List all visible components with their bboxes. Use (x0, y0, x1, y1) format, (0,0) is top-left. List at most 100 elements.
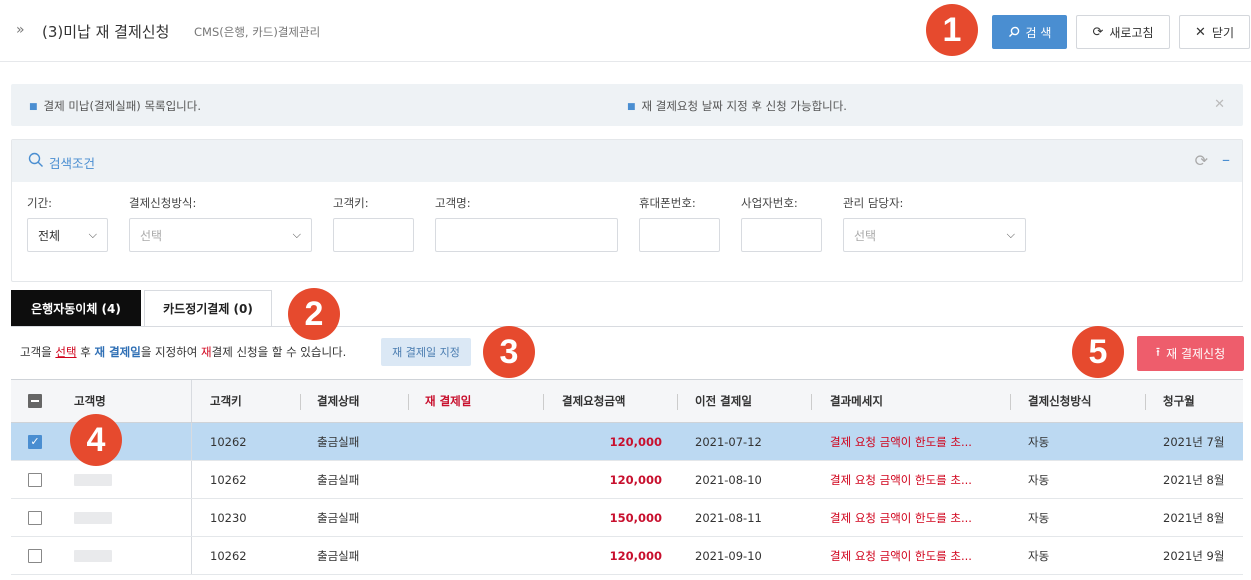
search-button-label: 검 색 (1025, 25, 1052, 40)
cell-billing-month: 2021년 9월 (1163, 548, 1225, 563)
search-icon (1008, 26, 1019, 37)
cell-customer-key: 10262 (210, 434, 247, 449)
search-panel: 검색조건 ⟳ – 기간: 전체 ⌵ 결제신청방식: 선택 ⌵ 고객키: 고객명:… (11, 139, 1243, 282)
panel-refresh-icon[interactable]: ⟳ (1195, 151, 1208, 170)
method-select[interactable]: 선택 ⌵ (129, 218, 312, 252)
table-row[interactable]: 10230 출금실패 150,000 2021-08-11 결제 요청 금액이 … (11, 499, 1243, 537)
redacted-name (74, 549, 112, 562)
tab-bank-transfer[interactable]: 은행자동이체 (4) (11, 290, 141, 327)
search-panel-header: 검색조건 ⟳ – (12, 140, 1242, 182)
cell-result-message: 결제 요청 금액이 한도를 초... (830, 510, 972, 525)
cell-method: 자동 (1028, 548, 1050, 563)
cell-amount: 150,000 (609, 510, 662, 525)
chevron-down-icon: ⌵ (88, 228, 97, 241)
table-row[interactable]: 10262 출금실패 120,000 2021-09-10 결제 요청 금액이 … (11, 537, 1243, 575)
manager-select[interactable]: 선택 ⌵ (843, 218, 1026, 252)
chevron-down-icon: ⌵ (292, 228, 301, 241)
col-status[interactable]: 결제상태 (317, 380, 359, 422)
close-button[interactable]: ✕ 닫기 (1179, 15, 1250, 49)
page-subtitle: CMS(은행, 카드)결제관리 (194, 25, 321, 39)
cell-billing-month: 2021년 8월 (1163, 510, 1225, 525)
cell-customer-key: 10262 (210, 548, 247, 563)
annotation-badge-3: 3 (483, 326, 535, 378)
cell-prev-date: 2021-08-11 (695, 510, 762, 525)
customer-name-input[interactable] (435, 218, 618, 252)
apply-repayment-button[interactable]: ⭱ 재 결제신청 (1137, 336, 1244, 371)
annotation-badge-1: 1 (926, 4, 978, 56)
search-panel-title: 검색조건 (49, 156, 96, 171)
col-prev-date[interactable]: 이전 결제일 (695, 380, 752, 422)
col-billing-month[interactable]: 청구월 (1163, 380, 1195, 422)
phone-label: 휴대폰번호: (639, 196, 696, 210)
cell-method: 자동 (1028, 510, 1050, 525)
cell-prev-date: 2021-09-10 (695, 548, 762, 563)
col-customer-key[interactable]: 고객키 (210, 380, 242, 422)
select-all-checkbox[interactable] (28, 394, 42, 408)
annotation-badge-4: 4 (70, 414, 122, 466)
cell-billing-month: 2021년 7월 (1163, 434, 1225, 449)
customer-key-input[interactable] (333, 218, 414, 252)
cell-result-message: 결제 요청 금액이 한도를 초... (830, 434, 972, 449)
cell-status: 출금실패 (317, 434, 360, 449)
col-redate[interactable]: 재 결제일 (425, 380, 471, 422)
guide-text: 고객을 선택 후 재 결제일을 지정하여 재결제 신청을 할 수 있습니다. (20, 345, 347, 359)
page-header: » (3)미납 재 결제신청 CMS(은행, 카드)결제관리 검 색 ⟳ 새로고… (0, 0, 1251, 62)
search-button[interactable]: 검 색 (992, 15, 1067, 49)
cell-billing-month: 2021년 8월 (1163, 472, 1225, 487)
cell-amount: 120,000 (609, 434, 662, 449)
page-title: (3)미납 재 결제신청 (42, 23, 170, 41)
refresh-button-label: 새로고침 (1109, 25, 1154, 40)
close-button-label: 닫기 (1211, 25, 1234, 40)
row-checkbox[interactable]: ✓ (28, 434, 42, 449)
chevron-down-icon: ⌵ (1006, 228, 1015, 241)
cell-result-message: 결제 요청 금액이 한도를 초... (830, 548, 972, 563)
upload-icon: ⭱ (1155, 345, 1161, 359)
info-message-1: ■ 결제 미납(결제실패) 목록입니다. (29, 99, 201, 113)
cell-method: 자동 (1028, 434, 1050, 449)
refresh-button[interactable]: ⟳ 새로고침 (1076, 15, 1170, 49)
search-icon (28, 152, 43, 167)
col-method[interactable]: 결제신청방식 (1028, 380, 1091, 422)
business-number-label: 사업자번호: (741, 196, 798, 210)
method-label: 결제신청방식: (129, 196, 197, 210)
cell-status: 출금실패 (317, 472, 360, 487)
table-header-row: 고객명 고객키 결제상태 재 결제일 결제요청금액 이전 결제일 결과메세지 결… (11, 379, 1243, 423)
cell-prev-date: 2021-07-12 (695, 434, 762, 449)
tab-card-payment[interactable]: 카드정기결제 (0) (144, 290, 272, 327)
bullet-icon: ■ (29, 102, 38, 112)
info-bar: ■ 결제 미납(결제실패) 목록입니다. ■ 재 결제요청 날짜 지정 후 신청 가… (11, 84, 1243, 126)
col-amount[interactable]: 결제요청금액 (562, 380, 625, 422)
double-chevron-icon[interactable]: » (16, 22, 25, 38)
redacted-name (74, 473, 112, 486)
table-row[interactable]: 10262 출금실패 120,000 2021-08-10 결제 요청 금액이 … (11, 461, 1243, 499)
cell-amount: 120,000 (609, 472, 662, 487)
info-close-icon[interactable]: ✕ (1214, 97, 1225, 112)
bullet-icon: ■ (627, 102, 636, 112)
annotation-badge-5: 5 (1072, 326, 1124, 378)
period-label: 기간: (27, 196, 53, 210)
phone-input[interactable] (639, 218, 720, 252)
tab-divider (11, 326, 1243, 327)
customer-name-label: 고객명: (435, 196, 471, 210)
cell-status: 출금실패 (317, 510, 360, 525)
cell-prev-date: 2021-08-10 (695, 472, 762, 487)
close-icon: ✕ (1195, 24, 1206, 40)
set-redate-button[interactable]: 재 결제일 지정 (381, 338, 471, 366)
row-checkbox[interactable] (28, 510, 42, 525)
info-message-2: ■ 재 결제요청 날짜 지정 후 신청 가능합니다. (627, 99, 847, 113)
col-result-message[interactable]: 결과메세지 (830, 380, 883, 422)
unpaid-table: 고객명 고객키 결제상태 재 결제일 결제요청금액 이전 결제일 결과메세지 결… (11, 379, 1243, 575)
row-checkbox[interactable] (28, 472, 42, 487)
customer-key-label: 고객키: (333, 196, 369, 210)
business-number-input[interactable] (741, 218, 822, 252)
row-checkbox[interactable] (28, 548, 42, 563)
cell-method: 자동 (1028, 472, 1050, 487)
period-select[interactable]: 전체 ⌵ (27, 218, 108, 252)
collapse-icon[interactable]: – (1222, 150, 1230, 169)
cell-amount: 120,000 (609, 548, 662, 563)
table-row[interactable]: ✓ 10262 출금실패 120,000 2021-07-12 결제 요청 금액… (11, 423, 1243, 461)
refresh-icon: ⟳ (1092, 24, 1104, 40)
cell-customer-key: 10230 (210, 510, 247, 525)
manager-label: 관리 담당자: (843, 196, 904, 210)
annotation-badge-2: 2 (288, 288, 340, 340)
